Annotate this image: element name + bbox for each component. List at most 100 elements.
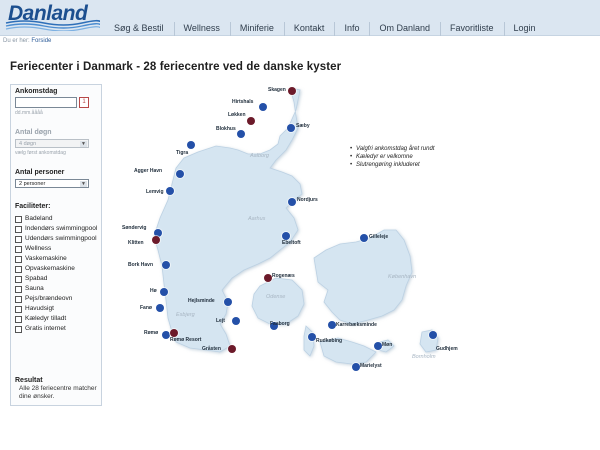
- center-marker[interactable]: [352, 363, 360, 371]
- center-marker[interactable]: [282, 232, 290, 240]
- facility-option[interactable]: Sauna: [15, 285, 101, 293]
- center-label[interactable]: Fanø: [140, 305, 152, 311]
- center-marker[interactable]: [170, 329, 178, 337]
- facility-checkbox[interactable]: [15, 265, 22, 273]
- center-label[interactable]: Hejlsminde: [188, 298, 215, 304]
- center-marker[interactable]: [264, 274, 272, 282]
- center-label[interactable]: Klitten: [128, 240, 144, 246]
- center-marker[interactable]: [287, 124, 295, 132]
- persons-select[interactable]: 2 personer ▼: [15, 179, 89, 188]
- facility-checkbox[interactable]: [15, 235, 22, 243]
- center-marker[interactable]: [187, 141, 195, 149]
- center-marker[interactable]: [308, 333, 316, 341]
- center-marker[interactable]: [224, 298, 232, 306]
- region-label: Bornholm: [412, 354, 436, 360]
- nav-item-info[interactable]: Info: [334, 0, 369, 36]
- center-marker[interactable]: [152, 236, 160, 244]
- facility-checkbox[interactable]: [15, 255, 22, 263]
- facility-option[interactable]: Vaskemaskine: [15, 255, 101, 263]
- facilities-list: Badeland Indendørs swimmingpool Udendørs s…: [15, 215, 101, 335]
- arrival-date-input[interactable]: [15, 97, 77, 108]
- center-label[interactable]: Løkken: [228, 112, 246, 118]
- facility-option[interactable]: Wellness: [15, 245, 101, 253]
- center-label[interactable]: Gudhjem: [436, 346, 458, 352]
- center-marker[interactable]: [288, 87, 296, 95]
- facility-option[interactable]: Spabad: [15, 275, 101, 283]
- center-label[interactable]: Tigra: [176, 150, 188, 156]
- center-marker[interactable]: [176, 170, 184, 178]
- facility-option[interactable]: Pejs/brændeovn: [15, 295, 101, 303]
- facility-checkbox[interactable]: [15, 295, 22, 303]
- center-marker[interactable]: [328, 321, 336, 329]
- center-label[interactable]: Bork Havn: [128, 262, 153, 268]
- center-label[interactable]: Møn: [382, 342, 392, 348]
- center-label[interactable]: Skagen: [268, 87, 286, 93]
- center-label[interactable]: Lejt: [216, 318, 225, 324]
- facility-label: Wellness: [25, 245, 52, 252]
- center-label[interactable]: Søndervig: [122, 225, 146, 231]
- facility-option[interactable]: Udendørs swimmingpool: [15, 235, 101, 243]
- center-label[interactable]: Karrebæksminde: [336, 322, 377, 328]
- breadcrumb-link-forside[interactable]: Forside: [31, 38, 51, 44]
- region-label: Esbjerg: [176, 312, 195, 318]
- center-marker[interactable]: [360, 234, 368, 242]
- center-marker[interactable]: [237, 130, 245, 138]
- facility-option[interactable]: Kæledyr tilladt: [15, 315, 101, 323]
- facility-label: Gratis internet: [25, 325, 66, 332]
- center-marker[interactable]: [162, 331, 170, 339]
- nav-item-kontakt[interactable]: Kontakt: [283, 0, 335, 36]
- facility-label: Sauna: [25, 285, 44, 292]
- center-marker[interactable]: [156, 304, 164, 312]
- center-label[interactable]: Faaborg: [270, 321, 290, 327]
- nav-item-om-danland[interactable]: Om Danland: [369, 0, 440, 36]
- center-label[interactable]: Lemvig: [146, 189, 164, 195]
- center-label[interactable]: Blokhus: [216, 126, 236, 132]
- facility-checkbox[interactable]: [15, 215, 22, 223]
- center-marker[interactable]: [247, 117, 255, 125]
- center-marker[interactable]: [166, 187, 174, 195]
- facility-option[interactable]: Havudsigt: [15, 305, 101, 313]
- center-label[interactable]: Gråsten: [202, 346, 221, 352]
- center-label[interactable]: Nordjurs: [297, 197, 318, 203]
- center-marker[interactable]: [232, 317, 240, 325]
- center-marker[interactable]: [259, 103, 267, 111]
- facility-checkbox[interactable]: [15, 225, 22, 233]
- center-label[interactable]: Rømø Resort: [170, 337, 201, 343]
- center-label[interactable]: Rogenæs: [272, 273, 295, 279]
- center-label[interactable]: Sæby: [296, 123, 310, 129]
- center-label[interactable]: Hirtshals: [232, 99, 253, 105]
- center-label[interactable]: Hø: [150, 288, 157, 294]
- nav-item-login[interactable]: Login: [503, 0, 546, 36]
- center-label[interactable]: Marielyst: [360, 363, 382, 369]
- nav-item-søg-bestil[interactable]: Søg & Bestil: [104, 0, 174, 36]
- facility-checkbox[interactable]: [15, 305, 22, 313]
- center-label[interactable]: Agger Havn: [134, 168, 162, 174]
- center-marker[interactable]: [288, 198, 296, 206]
- center-label[interactable]: Gilleleje: [369, 234, 388, 240]
- nav-item-favoritliste[interactable]: Favoritliste: [439, 0, 504, 36]
- page-title: Feriecenter i Danmark - 28 feriecentre v…: [10, 61, 342, 73]
- nav-item-wellness[interactable]: Wellness: [173, 0, 230, 36]
- center-label[interactable]: Rudkøbing: [316, 338, 342, 344]
- top-header: Danland Søg & Bestil Wellness Miniferie Kon…: [0, 0, 600, 36]
- facility-option[interactable]: Indendørs swimmingpool: [15, 225, 101, 233]
- center-marker[interactable]: [429, 331, 437, 339]
- facility-checkbox[interactable]: [15, 325, 22, 333]
- facility-checkbox[interactable]: [15, 315, 22, 323]
- center-marker[interactable]: [160, 288, 168, 296]
- center-label[interactable]: Rømø: [144, 330, 158, 336]
- center-marker[interactable]: [228, 345, 236, 353]
- center-label[interactable]: Ebeltoft: [282, 240, 301, 246]
- danland-logo[interactable]: Danland: [4, 2, 100, 32]
- facility-option[interactable]: Badeland: [15, 215, 101, 223]
- facility-checkbox[interactable]: [15, 275, 22, 283]
- facility-checkbox[interactable]: [15, 245, 22, 253]
- facility-checkbox[interactable]: [15, 285, 22, 293]
- facility-option[interactable]: Opvaskemaskine: [15, 265, 101, 273]
- facility-option[interactable]: Gratis internet: [15, 325, 101, 333]
- days-select[interactable]: 4 døgn ▼: [15, 139, 89, 148]
- center-marker[interactable]: [162, 261, 170, 269]
- center-marker[interactable]: [374, 342, 382, 350]
- calendar-icon[interactable]: 1: [79, 97, 89, 108]
- nav-item-miniferie[interactable]: Miniferie: [229, 0, 284, 36]
